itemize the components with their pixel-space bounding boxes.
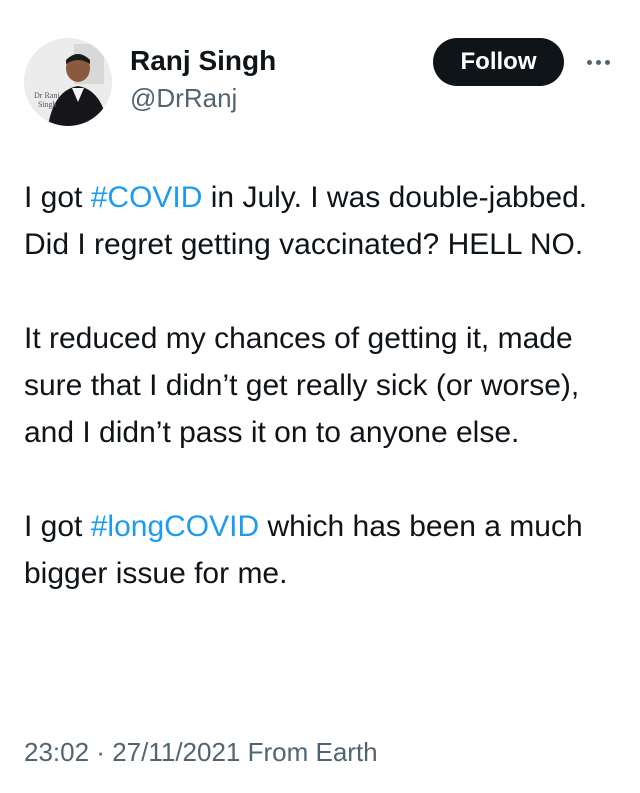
follow-button[interactable]: Follow	[433, 38, 564, 86]
text-segment: I got	[24, 510, 91, 543]
tweet: Dr Ranj Singh Ranj Singh @DrRanj Follow …	[0, 0, 640, 793]
more-horizontal-icon	[585, 59, 612, 65]
hashtag-longcovid-link[interactable]: #longCOVID	[91, 510, 259, 543]
avatar-caption-2: Singh	[38, 100, 57, 109]
tweet-source: From Earth	[240, 737, 378, 767]
hashtag-covid-link[interactable]: #COVID	[91, 181, 203, 214]
tweet-paragraph-1: I got #COVID in July. I was double-jabbe…	[24, 174, 624, 268]
tweet-text: I got #COVID in July. I was double-jabbe…	[24, 174, 624, 597]
tweet-paragraph-2: It reduced my chances of getting it, mad…	[24, 322, 580, 449]
author-info: Ranj Singh @DrRanj	[130, 44, 276, 114]
tweet-metadata: 23:02 · 27/11/2021 From Earth	[24, 735, 378, 769]
tweet-header: Dr Ranj Singh Ranj Singh @DrRanj Follow	[0, 0, 640, 140]
avatar[interactable]: Dr Ranj Singh	[24, 38, 112, 126]
tweet-time[interactable]: 23:02	[24, 737, 89, 767]
tweet-date[interactable]: 27/11/2021	[112, 737, 240, 767]
tweet-paragraph-3: I got #longCOVID which has been a much b…	[24, 503, 624, 597]
more-options-button[interactable]	[580, 47, 616, 77]
handle[interactable]: @DrRanj	[130, 82, 276, 114]
display-name[interactable]: Ranj Singh	[130, 44, 276, 78]
avatar-caption-1: Dr Ranj	[34, 91, 60, 100]
text-segment: I got	[24, 181, 91, 214]
avatar-image: Dr Ranj Singh	[24, 38, 112, 126]
meta-separator: ·	[89, 737, 113, 767]
